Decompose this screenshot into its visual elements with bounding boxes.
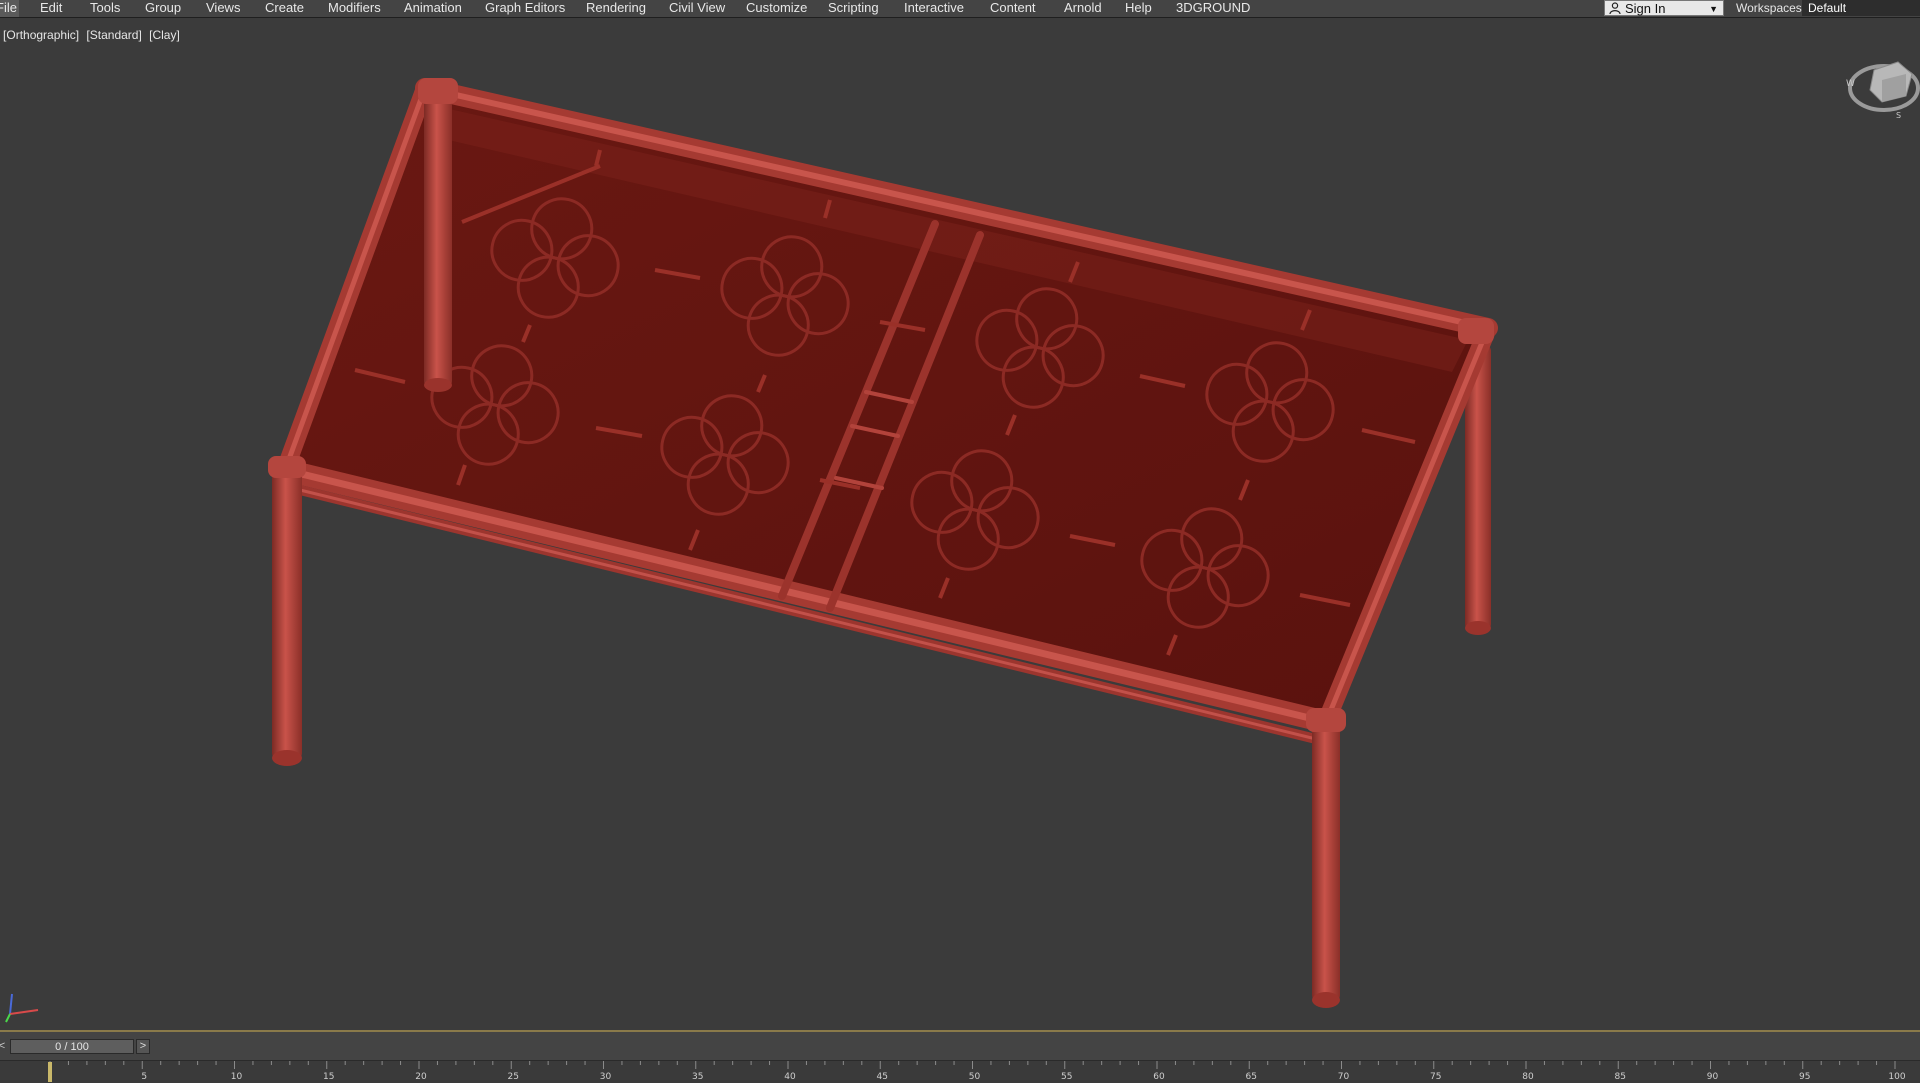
timeline-tick-label: 60: [1153, 1072, 1165, 1082]
menu-help[interactable]: Help: [1123, 0, 1154, 17]
menu-customize[interactable]: Customize: [744, 0, 809, 17]
menu-scripting[interactable]: Scripting: [826, 0, 881, 17]
viewcube-west-label: W: [1846, 79, 1855, 89]
time-slider[interactable]: 0 / 100: [10, 1039, 134, 1054]
timeline-tick-label: 55: [1061, 1072, 1072, 1082]
perspective-viewport[interactable]: [+] [Orthographic] [Standard] [Clay]: [0, 18, 1920, 1030]
table-corner-back-left: [418, 78, 458, 104]
timeline-tick-label: 70: [1338, 1072, 1350, 1082]
timeline-tick-label: 35: [692, 1072, 703, 1082]
table-leg-front-left: [268, 456, 306, 766]
axis-tripod: [5, 993, 39, 1023]
timeline-tick-label: 100: [1888, 1072, 1905, 1082]
viewcube[interactable]: W S: [1836, 52, 1920, 122]
workspaces-dropdown[interactable]: Default: [1802, 0, 1920, 16]
workspaces-label: Workspaces:: [1736, 1, 1806, 15]
menu-create[interactable]: Create: [263, 0, 306, 17]
timeline-current-frame-marker[interactable]: [48, 1062, 52, 1082]
timeline-tick-label: 30: [600, 1072, 612, 1082]
menu-content[interactable]: Content: [988, 0, 1038, 17]
timeline-tick-label: 25: [508, 1072, 519, 1082]
menu-bar: File Edit Tools Group Views Create Modifiers An…: [0, 0, 1920, 18]
menu-group[interactable]: Group: [143, 0, 183, 17]
menu-rendering[interactable]: Rendering: [584, 0, 648, 17]
timeline-tick-label: 65: [1246, 1072, 1257, 1082]
scene-canvas[interactable]: [0, 18, 1920, 1030]
menu-edit[interactable]: Edit: [38, 0, 64, 17]
menu-tools[interactable]: Tools: [88, 0, 122, 17]
timeline-tick-label: 15: [323, 1072, 334, 1082]
menu-views[interactable]: Views: [204, 0, 242, 17]
timeline-tick-label: 75: [1430, 1072, 1441, 1082]
menu-file[interactable]: File: [0, 0, 19, 17]
user-icon: [1609, 2, 1621, 14]
table-leg-front-right: [1306, 708, 1346, 1008]
menu-animation[interactable]: Animation: [402, 0, 464, 17]
time-slider-prev-button[interactable]: <: [0, 1038, 8, 1054]
menu-arnold[interactable]: Arnold: [1062, 0, 1104, 17]
timeline-tick-label: 80: [1522, 1072, 1534, 1082]
timeline: < 0 / 100 > 5 10 15 20 25 30 35 40 45 50 55 60 65 70 7…: [0, 1030, 1920, 1083]
table-model[interactable]: [268, 78, 1498, 1008]
timeline-tick-label: 90: [1707, 1072, 1719, 1082]
time-slider-next-button[interactable]: >: [136, 1039, 150, 1054]
viewcube-south-label: S: [1896, 111, 1901, 120]
timeline-tick-label: 50: [969, 1072, 981, 1082]
timeline-tick-label: 40: [784, 1072, 796, 1082]
timeline-tick-label: 85: [1615, 1072, 1626, 1082]
timeline-tick-label: 5: [141, 1072, 147, 1082]
timeline-tick-label: 10: [231, 1072, 243, 1082]
sign-in-dropdown[interactable]: Sign In ▼: [1604, 0, 1724, 16]
menu-civil-view[interactable]: Civil View: [667, 0, 727, 17]
table-leg-back-right-foot: [1465, 621, 1491, 635]
sign-in-label: Sign In: [1625, 1, 1666, 16]
timeline-tick-label: 45: [877, 1072, 888, 1082]
menu-3dground[interactable]: 3DGROUND: [1174, 0, 1252, 17]
chevron-down-icon: ▼: [1709, 4, 1718, 14]
timeline-tick-label: 95: [1799, 1072, 1810, 1082]
timeline-tick-label: 20: [415, 1072, 427, 1082]
menu-graph-editors[interactable]: Graph Editors: [483, 0, 567, 17]
table-leg-back-left: [424, 88, 452, 392]
table-corner-back-right: [1458, 318, 1494, 344]
menu-modifiers[interactable]: Modifiers: [326, 0, 383, 17]
menu-interactive[interactable]: Interactive: [902, 0, 966, 17]
